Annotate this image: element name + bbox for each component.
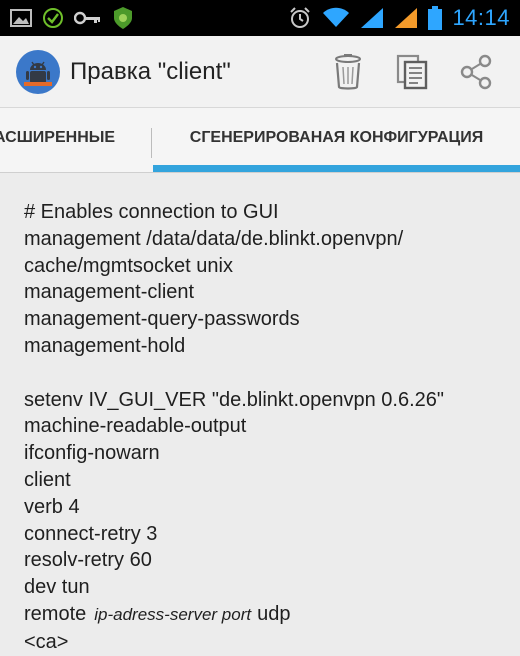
battery-icon	[428, 6, 443, 30]
config-line: dev tun	[24, 576, 90, 599]
config-line: connect-retry 3	[24, 522, 158, 545]
android-robot-icon	[24, 61, 52, 86]
config-line: verb 4	[24, 495, 80, 518]
config-line: # Enables connection to GUI	[24, 201, 279, 223]
delete-button[interactable]	[316, 40, 380, 104]
status-clock: 14:14	[452, 5, 510, 30]
selected-tab-indicator	[153, 165, 520, 172]
config-line: cache/mgmtsocket unix	[24, 254, 233, 277]
config-line-remote: remote ip-adress-server port udp	[24, 601, 520, 629]
android-shield-icon	[112, 6, 134, 30]
tab-generated-config-label: СГЕНЕРИРОВАНАЯ КОНФИГУРАЦИЯ	[189, 129, 484, 146]
copy-button[interactable]	[380, 40, 444, 104]
action-bar: Правка "client"	[0, 36, 520, 108]
check-circle-icon	[42, 7, 64, 29]
config-line: <ca>	[24, 630, 69, 653]
copy-icon	[396, 54, 428, 89]
status-bar-left	[10, 6, 134, 30]
config-line: resolv-retry 60	[24, 549, 152, 572]
config-line: management-client	[24, 281, 195, 304]
status-bar: 14:14	[0, 0, 520, 36]
alarm-icon	[288, 6, 312, 30]
signal-icon-1	[360, 7, 384, 29]
config-line: machine-readable-output	[24, 415, 247, 438]
tab-divider	[151, 128, 152, 158]
tab-generated-config[interactable]: СГЕНЕРИРОВАНАЯ КОНФИГУРАЦИЯ	[153, 108, 520, 168]
remote-server-placeholder: ip-adress-server port	[94, 604, 252, 624]
config-line: ifconfig-nowarn	[24, 442, 160, 465]
tab-advanced-label: АСШИРЕННЫЕ	[0, 129, 116, 146]
wifi-icon	[322, 7, 350, 29]
config-line: management-query-passwords	[24, 308, 300, 331]
trash-icon	[335, 53, 361, 90]
app-icon[interactable]	[16, 49, 60, 94]
status-bar-right: 14:14	[288, 5, 510, 31]
config-line: management /data/data/de.blinkt.openvpn/	[24, 227, 404, 250]
config-text: # Enables connection to GUI management /…	[0, 173, 520, 656]
config-line: client	[24, 468, 71, 491]
remote-protocol: udp	[257, 602, 291, 625]
page-title: Правка "client"	[70, 57, 231, 85]
config-blank-line	[24, 360, 520, 387]
remote-keyword: remote	[24, 602, 87, 625]
key-icon	[74, 10, 102, 26]
gallery-icon	[10, 8, 32, 28]
config-line: setenv IV_GUI_VER "de.blinkt.openvpn 0.6…	[24, 388, 445, 411]
share-icon	[460, 54, 492, 89]
share-button[interactable]	[444, 40, 508, 104]
tab-bar: АСШИРЕННЫЕ СГЕНЕРИРОВАНАЯ КОНФИГУРАЦИЯ	[0, 108, 520, 173]
config-line: management-hold	[24, 334, 186, 357]
tab-advanced[interactable]: АСШИРЕННЫЕ	[0, 108, 142, 168]
signal-icon-2	[394, 7, 418, 29]
